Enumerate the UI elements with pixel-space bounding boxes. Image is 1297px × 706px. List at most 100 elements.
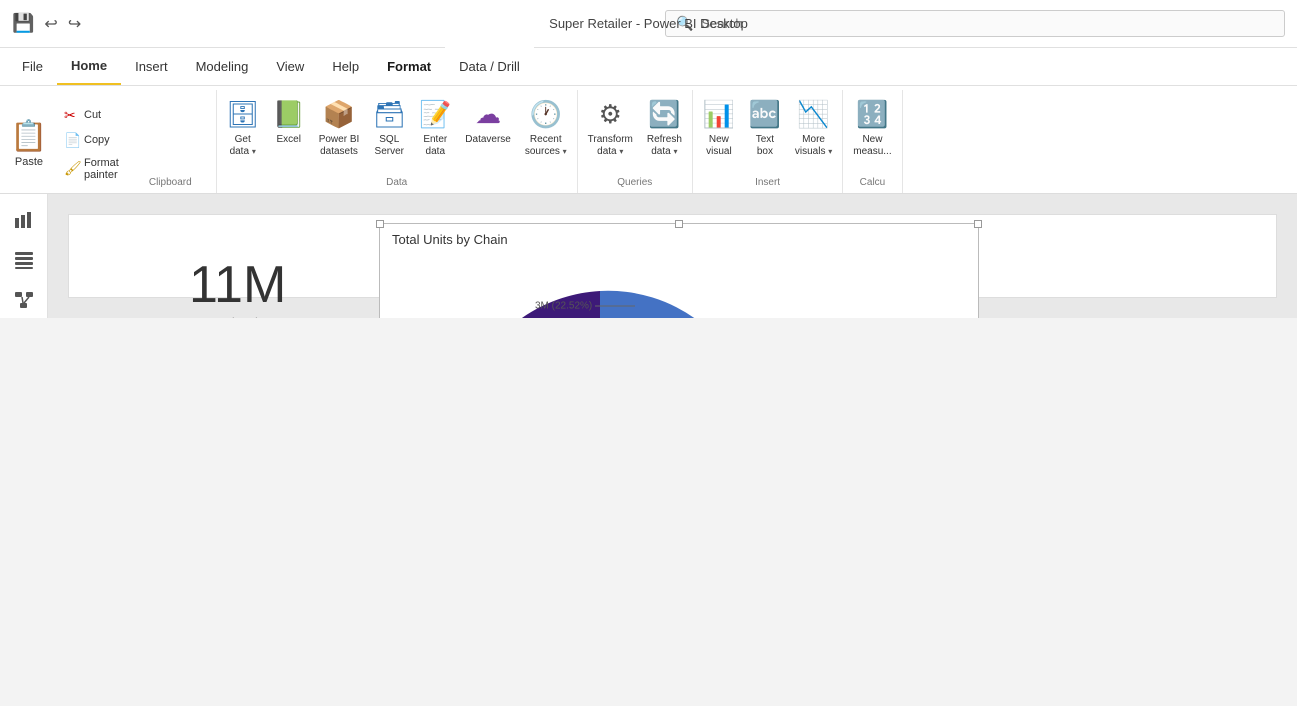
refresh-data-button[interactable]: 🔄 Refreshdata ▾ — [641, 94, 688, 162]
ribbon: 📋 Paste ✂ Cut 📄 Copy 🖌 Format painter Cl… — [0, 86, 1297, 194]
insert-group: 📊 Newvisual 🔤 Textbox 📉 Morevisuals ▾ In… — [693, 90, 843, 193]
sidebar-model-view[interactable] — [6, 282, 42, 318]
excel-button[interactable]: 📗 Excel — [267, 94, 311, 150]
annotation-bellings: 3M (22.52%) — [535, 296, 645, 316]
enter-data-button[interactable]: 📝 Enterdata — [413, 94, 457, 162]
data-buttons-row: 🗄 Getdata ▾ 📗 Excel 📦 Power BIdatasets 🗃… — [217, 90, 577, 174]
get-data-button[interactable]: 🗄 Getdata ▾ — [221, 94, 265, 162]
insert-buttons-row: 📊 Newvisual 🔤 Textbox 📉 Morevisuals ▾ — [693, 90, 842, 174]
sql-server-button[interactable]: 🗃 SQLServer — [367, 94, 411, 162]
canvas: 11M Total Units Total Units by Chain — [68, 214, 1277, 298]
menu-insert[interactable]: Insert — [121, 47, 182, 85]
enter-data-icon: 📝 — [419, 98, 451, 130]
chart-container[interactable]: Total Units by Chain Chain — [379, 223, 979, 318]
sidebar-data-view[interactable] — [6, 242, 42, 278]
window-controls: 💾 ↩ ↪ — [12, 13, 81, 34]
more-visuals-button[interactable]: 📉 Morevisuals ▾ — [789, 94, 838, 162]
get-data-label: Getdata ▾ — [230, 134, 256, 158]
refresh-data-label: Refreshdata ▾ — [647, 134, 682, 158]
copy-icon: 📄 — [64, 132, 80, 149]
menu-view[interactable]: View — [262, 47, 318, 85]
paste-label: Paste — [15, 156, 43, 168]
calcu-group: 🔢 Newmeasu... Calcu — [843, 90, 902, 193]
recent-sources-button[interactable]: 🕐 Recentsources ▾ — [519, 94, 573, 162]
new-measure-icon: 🔢 — [856, 98, 888, 130]
menu-help[interactable]: Help — [318, 47, 373, 85]
chart-title: Total Units by Chain — [380, 224, 978, 251]
chart-body: Chain Ready Wear Bellings 3M (22.52%) — [380, 251, 978, 318]
data-group-label: Data — [217, 174, 577, 193]
text-box-icon: 🔤 — [749, 98, 781, 130]
cut-label: Cut — [84, 109, 101, 121]
handle-tl[interactable] — [376, 220, 384, 228]
stat-card: 11M Total Units — [189, 255, 286, 318]
title-bar: 💾 ↩ ↪ Super Retailer - Power BI Desktop … — [0, 0, 1297, 48]
sql-server-label: SQLServer — [375, 134, 404, 158]
text-box-label: Textbox — [756, 134, 774, 158]
total-units-value: 11M — [189, 255, 286, 315]
handle-tm[interactable] — [675, 220, 683, 228]
dataverse-label: Dataverse — [465, 134, 511, 146]
save-icon[interactable]: 💾 — [12, 13, 34, 34]
new-visual-label: Newvisual — [706, 134, 732, 158]
calcu-group-label: Calcu — [843, 174, 901, 193]
dataverse-icon: ☁ — [472, 98, 504, 130]
data-group: 🗄 Getdata ▾ 📗 Excel 📦 Power BIdatasets 🗃… — [217, 90, 578, 193]
new-measure-label: Newmeasu... — [853, 134, 891, 158]
powerbi-datasets-icon: 📦 — [323, 98, 355, 130]
format-painter-button[interactable]: 🖌 Format painter — [58, 154, 125, 184]
powerbi-datasets-button[interactable]: 📦 Power BIdatasets — [313, 94, 366, 162]
canvas-area: 11M Total Units Total Units by Chain — [48, 194, 1297, 318]
app-title: Super Retailer - Power BI Desktop — [549, 16, 748, 31]
format-painter-label: Format painter — [84, 157, 119, 181]
search-bar[interactable]: 🔍 — [665, 10, 1285, 37]
text-box-button[interactable]: 🔤 Textbox — [743, 94, 787, 162]
queries-group-label: Queries — [578, 174, 692, 193]
search-input[interactable] — [701, 16, 1274, 31]
cut-icon: ✂ — [64, 107, 80, 124]
redo-icon[interactable]: ↪ — [68, 14, 81, 34]
new-measure-button[interactable]: 🔢 Newmeasu... — [847, 94, 897, 162]
paste-icon: 📋 — [10, 119, 47, 154]
queries-group: ⚙ Transformdata ▾ 🔄 Refreshdata ▾ Querie… — [578, 90, 693, 193]
handle-tr[interactable] — [974, 220, 982, 228]
sidebar-report-view[interactable] — [6, 202, 42, 238]
copy-button[interactable]: 📄 Copy — [58, 129, 125, 152]
transform-data-button[interactable]: ⚙ Transformdata ▾ — [582, 94, 639, 162]
transform-data-label: Transformdata ▾ — [588, 134, 633, 158]
clipboard-group-label: Clipboard — [129, 174, 212, 193]
menu-modeling[interactable]: Modeling — [182, 47, 263, 85]
enter-data-label: Enterdata — [423, 134, 447, 158]
clipboard-actions: ✂ Cut 📄 Copy 🖌 Format painter — [58, 94, 125, 193]
menu-format[interactable]: Format — [373, 47, 445, 85]
insert-group-label: Insert — [693, 174, 842, 193]
new-visual-button[interactable]: 📊 Newvisual — [697, 94, 741, 162]
more-visuals-label: Morevisuals ▾ — [795, 134, 832, 158]
menu-data-drill[interactable]: Data / Drill — [445, 47, 534, 85]
calcu-buttons-row: 🔢 Newmeasu... — [843, 90, 901, 174]
main-area: 11M Total Units Total Units by Chain — [0, 194, 1297, 318]
total-units-label: Total Units — [207, 315, 268, 318]
undo-icon[interactable]: ↩ — [44, 14, 57, 34]
excel-icon: 📗 — [273, 98, 305, 130]
queries-buttons-row: ⚙ Transformdata ▾ 🔄 Refreshdata ▾ — [578, 90, 692, 174]
powerbi-datasets-label: Power BIdatasets — [319, 134, 360, 158]
sql-server-icon: 🗃 — [373, 98, 405, 130]
recent-sources-icon: 🕐 — [530, 98, 562, 130]
refresh-data-icon: 🔄 — [648, 98, 680, 130]
new-visual-icon: 📊 — [703, 98, 735, 130]
format-painter-icon: 🖌 — [64, 160, 80, 177]
cut-button[interactable]: ✂ Cut — [58, 104, 125, 127]
menu-bar: File Home Insert Modeling View Help Form… — [0, 48, 1297, 86]
recent-sources-label: Recentsources ▾ — [525, 134, 567, 158]
transform-data-icon: ⚙ — [594, 98, 626, 130]
dataverse-button[interactable]: ☁ Dataverse — [459, 94, 517, 150]
clipboard-group: 📋 Paste ✂ Cut 📄 Copy 🖌 Format painter Cl… — [0, 90, 217, 193]
menu-home[interactable]: Home — [57, 47, 121, 85]
paste-button[interactable]: 📋 Paste — [4, 94, 54, 193]
get-data-icon: 🗄 — [227, 98, 259, 130]
menu-file[interactable]: File — [8, 47, 57, 85]
excel-label: Excel — [276, 134, 300, 146]
more-visuals-icon: 📉 — [798, 98, 830, 130]
copy-label: Copy — [84, 134, 110, 146]
